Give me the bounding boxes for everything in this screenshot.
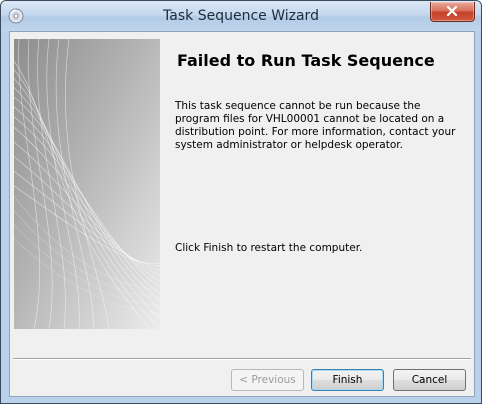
wizard-client-area: Failed to Run Task Sequence This task se… — [3, 31, 475, 397]
close-icon — [446, 6, 458, 16]
wizard-window: Task Sequence Wizard Failed to Run Task … — [0, 0, 482, 404]
wizard-banner-image — [3, 38, 161, 340]
error-message: This task sequence cannot be run because… — [175, 100, 456, 151]
restart-instruction: Click Finish to restart the computer. — [175, 242, 363, 254]
title-bar[interactable]: Task Sequence Wizard — [1, 1, 481, 31]
cancel-button[interactable]: Cancel — [393, 369, 466, 391]
finish-button[interactable]: Finish — [311, 369, 384, 391]
window-title: Task Sequence Wizard — [163, 8, 319, 24]
button-separator — [13, 358, 471, 360]
previous-button[interactable]: < Previous — [231, 369, 304, 391]
page-heading: Failed to Run Task Sequence — [177, 51, 435, 70]
close-button[interactable] — [430, 2, 475, 22]
